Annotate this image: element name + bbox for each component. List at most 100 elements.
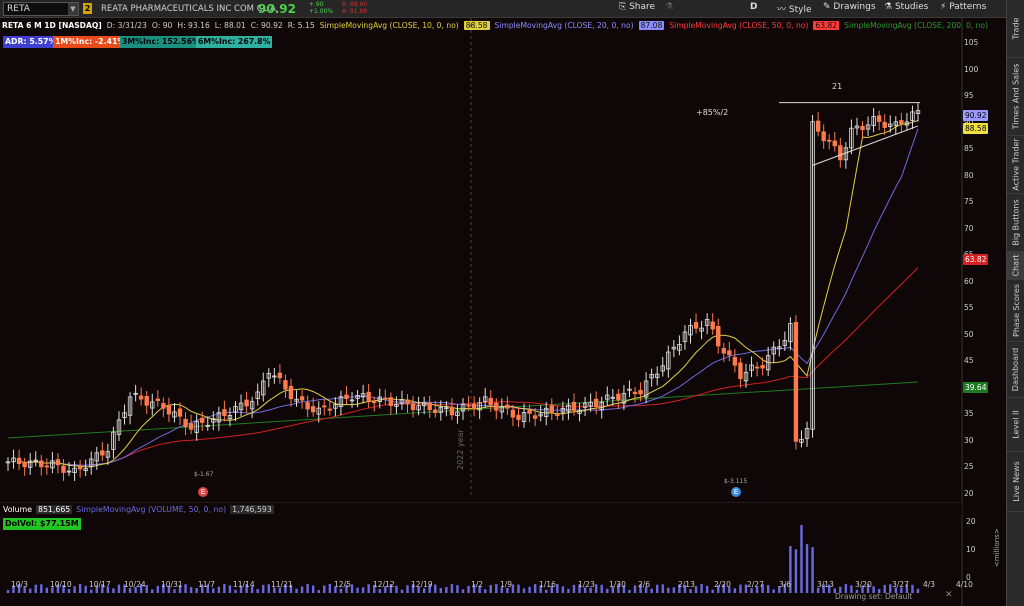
sma200-badge: 39.64 bbox=[963, 382, 989, 393]
drawings-button[interactable]: ✎ Drawings bbox=[823, 2, 876, 12]
volume-bar bbox=[700, 584, 703, 593]
dollar-volume-chip: DolVol: $77.15M bbox=[3, 518, 81, 530]
date-axis-label: 10/3 bbox=[11, 580, 28, 589]
flask-icon: ⚗ bbox=[884, 2, 893, 12]
volume-bar bbox=[6, 590, 10, 593]
pen-icon: ✎ bbox=[823, 2, 831, 12]
date-axis-label: 4/3 bbox=[923, 580, 936, 589]
candle-body bbox=[138, 395, 144, 400]
close-icon[interactable]: ✕ bbox=[945, 590, 953, 600]
volume-bar bbox=[45, 587, 49, 593]
volume-bar bbox=[594, 584, 598, 593]
volume-bar bbox=[67, 589, 71, 593]
candle-body bbox=[61, 465, 66, 473]
candle-body bbox=[516, 414, 521, 420]
volume-bar bbox=[689, 589, 692, 593]
drawing-set-status: Drawing set: Default bbox=[835, 592, 913, 601]
volume-bar bbox=[256, 588, 259, 593]
sidebar-tab-level-ii[interactable]: Level II bbox=[1007, 398, 1024, 452]
last-price-badge: 90.92 bbox=[963, 110, 989, 121]
patterns-icon: ⚡ bbox=[940, 2, 947, 12]
volume-value: 851,665 bbox=[36, 504, 73, 514]
pct-gain-annotation: +85%/2 bbox=[696, 108, 729, 117]
year-marker-label: 2022 year bbox=[456, 429, 465, 470]
candle-body bbox=[532, 415, 538, 419]
sidebar-tab-trade[interactable]: Trade bbox=[1007, 0, 1024, 58]
candle-body bbox=[433, 409, 438, 414]
volume-bar bbox=[467, 585, 470, 593]
sidebar-tab-chart[interactable]: Chart bbox=[1007, 252, 1024, 280]
link-badge[interactable]: 2 bbox=[83, 3, 92, 14]
volume-sma-label[interactable]: SimpleMovingAvg (VOLUME, 50, 0, no) bbox=[76, 505, 226, 514]
sidebar-tab-phase-scores[interactable]: Phase Scores bbox=[1007, 280, 1024, 342]
candle-body bbox=[366, 391, 371, 401]
volume-bar bbox=[90, 589, 93, 593]
candle-body bbox=[344, 394, 349, 399]
volume-bar bbox=[28, 588, 32, 593]
volume-bar bbox=[800, 525, 803, 593]
flask-icon[interactable]: ⚗ bbox=[665, 2, 673, 12]
candle-body bbox=[405, 399, 410, 405]
volume-unit-label: <millions> bbox=[993, 528, 1001, 567]
earnings-label-1: $-1.67 bbox=[194, 471, 214, 478]
candle-body bbox=[505, 404, 510, 409]
volume-bar bbox=[151, 589, 154, 593]
earnings-icon[interactable]: E bbox=[731, 487, 741, 497]
sma10-badge: 88.58 bbox=[963, 123, 989, 134]
candle-body bbox=[593, 398, 599, 407]
candle-body bbox=[732, 356, 738, 366]
candle-body bbox=[161, 403, 166, 409]
sidebar-tab-big-buttons[interactable]: Big Buttons bbox=[1007, 194, 1024, 252]
price-axis-label: 70 bbox=[964, 223, 974, 233]
candle-body bbox=[39, 460, 44, 468]
sidebar-tab-dashboard[interactable]: Dashboard bbox=[1007, 342, 1024, 398]
volume-bar bbox=[916, 588, 920, 593]
volume-bar bbox=[184, 584, 187, 593]
candle-body bbox=[838, 145, 843, 161]
volume-bar bbox=[772, 589, 775, 593]
price-chart[interactable] bbox=[0, 18, 1006, 606]
volume-label: Volume bbox=[3, 504, 32, 514]
candle-body bbox=[305, 402, 310, 410]
volume-bar bbox=[350, 584, 354, 593]
candle-body bbox=[827, 139, 832, 142]
date-axis-label: 2/27 bbox=[747, 580, 764, 589]
sidebar-tab-times-and-sales[interactable]: Times And Sales bbox=[1007, 58, 1024, 136]
volume-bar bbox=[189, 587, 193, 593]
volume-bar bbox=[306, 584, 309, 593]
candle-body bbox=[555, 414, 560, 417]
candle-body bbox=[77, 466, 83, 470]
style-button[interactable]: 〰 Style bbox=[777, 2, 812, 15]
date-axis-label: 11/21 bbox=[271, 580, 293, 589]
sidebar-tab-live-news[interactable]: Live News bbox=[1007, 452, 1024, 512]
volume-bar bbox=[173, 589, 176, 593]
candle-body bbox=[821, 131, 826, 142]
last-price: 90.92 bbox=[258, 2, 296, 16]
bid-ask: B: 88.60 A: 91.88 bbox=[342, 1, 368, 15]
sma10-line bbox=[18, 119, 919, 468]
date-axis-label: 3/27 bbox=[892, 580, 909, 589]
volume-bar bbox=[511, 584, 515, 593]
share-button[interactable]: ⎘ Share bbox=[619, 2, 655, 12]
candle-body bbox=[310, 406, 316, 413]
symbol-dropdown-icon[interactable]: ▼ bbox=[68, 3, 78, 15]
volume-bar bbox=[495, 584, 498, 593]
candle-body bbox=[222, 409, 227, 416]
date-axis-label: 1/9 bbox=[500, 580, 513, 589]
studies-button[interactable]: ⚗ Studies bbox=[884, 2, 928, 12]
volume-bar bbox=[323, 585, 326, 593]
price-axis-label: 100 bbox=[964, 64, 979, 74]
candle-body bbox=[760, 365, 765, 369]
date-axis-label: 3/13 bbox=[817, 580, 834, 589]
period-button[interactable]: D bbox=[750, 2, 757, 12]
volume-bar bbox=[766, 585, 770, 593]
company-name: REATA PHARMACEUTICALS INC COM CL A bbox=[101, 4, 276, 14]
earnings-label-2: $-3.115 bbox=[724, 478, 748, 485]
sidebar-tab-active-trader[interactable]: Active Trader bbox=[1007, 136, 1024, 194]
earnings-icon[interactable]: E bbox=[198, 487, 208, 497]
volume-bar bbox=[112, 588, 115, 593]
volume-bar bbox=[705, 585, 709, 593]
volume-bar bbox=[78, 584, 82, 593]
patterns-button[interactable]: ⚡ Patterns bbox=[940, 2, 986, 12]
candle-body bbox=[632, 391, 638, 395]
